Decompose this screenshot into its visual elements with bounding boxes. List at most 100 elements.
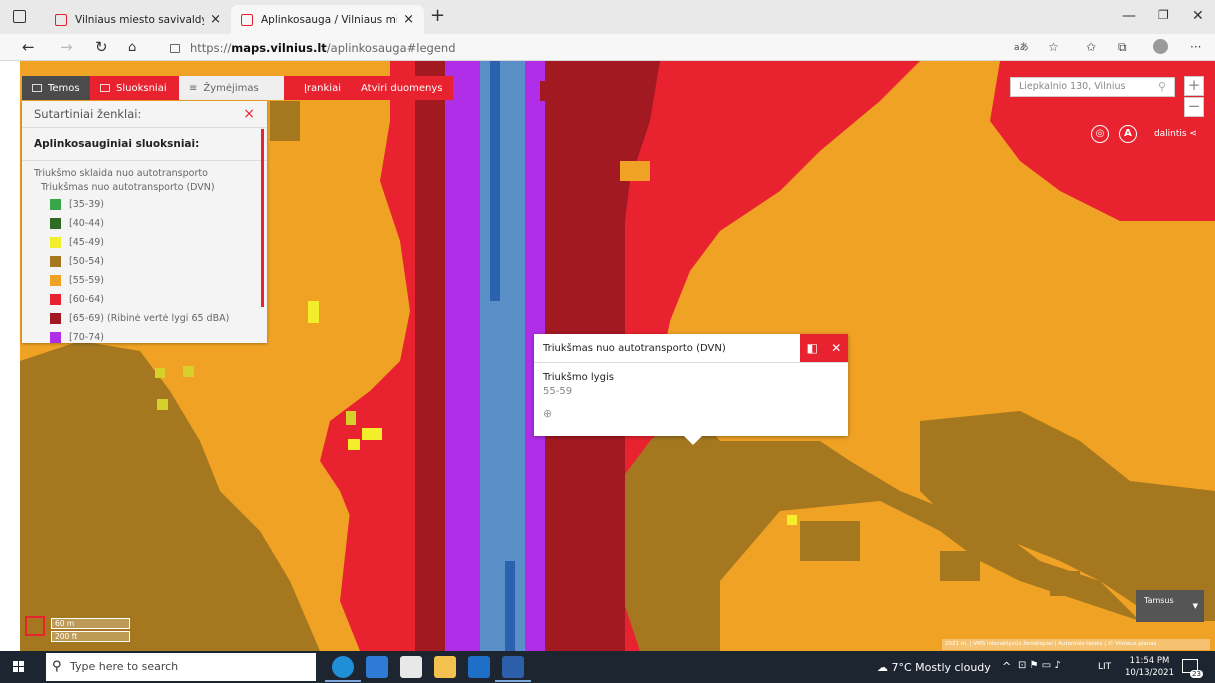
legend-item: [35-39) (22, 195, 267, 214)
legend-group-title: Triukšmo sklaida nuo autotransporto (34, 168, 208, 179)
popup-actions: ◧ ✕ (800, 334, 848, 362)
url-field[interactable]: https://maps.vilnius.lt/aplinkosauga#leg… (170, 41, 456, 55)
windows-start-icon[interactable] (13, 661, 25, 673)
tab-sluoksniai-label: Sluoksniai (116, 82, 167, 94)
legend-swatch (50, 332, 61, 343)
minimize-window-button[interactable]: — (1122, 8, 1136, 24)
word-icon[interactable] (502, 656, 524, 678)
legend-swatch (50, 256, 61, 267)
tools-icon (294, 84, 298, 92)
browser-tab-savivaldybe[interactable]: Vilniaus miesto savivaldybe × (45, 5, 231, 34)
tab-atviri-label: Atviri duomenys (361, 82, 443, 94)
more-menu-icon[interactable]: ··· (1190, 40, 1201, 54)
close-window-button[interactable]: ✕ (1192, 8, 1204, 24)
show-hidden-icons-chevron-icon[interactable]: ^ (1002, 660, 1011, 673)
notification-center-icon[interactable]: 23 (1182, 659, 1203, 678)
profile-avatar[interactable] (1153, 39, 1168, 54)
legend-item-label: [40-44) (69, 218, 105, 229)
tab-title: Vilniaus miesto savivaldybe (75, 13, 204, 26)
basemap-selector[interactable]: Tamsus ▼ (1136, 590, 1204, 622)
home-icon[interactable]: ⌂ (128, 40, 136, 55)
legend-item: [50-54) (22, 252, 267, 271)
map-credits[interactable]: 2021 m. | VMS interaktyvūs žemėlapiai | … (942, 639, 1210, 650)
close-tab-icon[interactable]: × (403, 12, 414, 27)
tab-sluoksniai[interactable]: Sluoksniai (90, 76, 179, 100)
weather-text: 7°C Mostly cloudy (891, 661, 991, 674)
tab-temos-label: Temos (48, 82, 80, 94)
zoom-to-icon[interactable]: ⊕ (534, 397, 848, 420)
tray-icons[interactable]: ⊡ ⚑ ▭ ♪ (1018, 660, 1061, 671)
system-clock[interactable]: 11:54 PM 10/13/2021 (1125, 655, 1174, 679)
tab-irankiai[interactable]: Įrankiai (284, 76, 351, 100)
legend-layer-title: Triukšmas nuo autotransporto (DVN) (41, 182, 215, 193)
store-icon[interactable] (400, 656, 422, 678)
taskbar-search-placeholder: Type here to search (70, 660, 179, 673)
browser-tab-bar: Vilniaus miesto savivaldybe × Aplinkosau… (0, 0, 1215, 34)
legend-item: [65-69) (Ribinė vertė lygi 65 dBA) (22, 309, 267, 328)
refresh-button[interactable]: ↻ (95, 38, 108, 56)
taskbar-search-input[interactable]: ⚲ Type here to search (46, 653, 316, 681)
scale-metric: 60 m (51, 618, 130, 629)
locate-icon[interactable]: ◎ (1091, 125, 1109, 143)
close-tab-icon[interactable]: × (210, 12, 221, 27)
mail-icon[interactable] (366, 656, 388, 678)
file-explorer-icon[interactable] (434, 656, 456, 678)
a-button[interactable]: A (1119, 125, 1137, 143)
close-icon[interactable]: ✕ (831, 341, 841, 355)
new-tab-button[interactable]: + (430, 5, 445, 26)
legend-items: [35-39) [40-44) [45-49) [50-54) [55-59) [60-6… (22, 195, 267, 347)
popup-title: Triukšmas nuo autotransporto (DVN) (543, 342, 726, 354)
favorite-star-icon[interactable]: ☆ (1048, 40, 1059, 54)
favorites-icon[interactable]: ✩ (1086, 40, 1096, 54)
legend-scrollbar[interactable] (261, 129, 264, 307)
legend-item-label: [45-49) (69, 237, 105, 248)
legend-item-label: [65-69) (Ribinė vertė lygi 65 dBA) (69, 313, 230, 324)
tab-zymejimas[interactable]: ≡ Žymėjimas (179, 76, 284, 100)
close-icon[interactable]: × (243, 106, 255, 122)
legend-item: [55-59) (22, 271, 267, 290)
outlook-icon[interactable] (468, 656, 490, 678)
vilnius-favicon-icon (55, 13, 67, 26)
forward-button[interactable]: → (60, 38, 73, 56)
legend-section-title: Aplinkosauginiai sluoksniai: (22, 128, 267, 161)
legend-item: [60-64) (22, 290, 267, 309)
zoom-out-button[interactable]: − (1184, 97, 1204, 117)
share-label: dalintis (1153, 129, 1187, 139)
tab-atviri-duomenys[interactable]: Atviri duomenys (351, 76, 453, 100)
cloud-icon: ☁ (877, 661, 888, 674)
vilnius-favicon-icon (241, 13, 253, 26)
legend-swatch (50, 313, 61, 324)
notification-count: 23 (1190, 670, 1203, 678)
url-domain: maps.vilnius.lt (231, 41, 327, 55)
address-search-input[interactable]: Liepkalnio 130, Vilnius ⚲ (1010, 77, 1175, 97)
basemap-label: Tamsus (1144, 596, 1174, 605)
search-icon[interactable]: ⚲ (1158, 78, 1166, 96)
legend-swatch (50, 294, 61, 305)
legend-swatch (50, 199, 61, 210)
back-button[interactable]: ← (22, 38, 35, 56)
menu-lines-icon: ≡ (189, 82, 198, 94)
share-icon: ⋖ (1189, 129, 1198, 139)
dock-icon[interactable]: ◧ (807, 341, 818, 355)
legend-item-label: [55-59) (69, 275, 105, 286)
clock-date: 10/13/2021 (1125, 668, 1174, 678)
scale-bar: 60 m 200 ft (51, 618, 130, 644)
tab-actions-icon[interactable] (13, 10, 26, 23)
popup-field-value: 55-59 (543, 386, 573, 397)
zoom-in-button[interactable]: + (1184, 76, 1204, 96)
share-button[interactable]: dalintis ⋖ (1148, 126, 1203, 143)
legend-panel: Sutartiniai ženklai: × Aplinkosauginiai … (22, 101, 267, 343)
popup-field-label: Triukšmo lygis (543, 372, 614, 383)
edge-icon[interactable] (332, 656, 354, 678)
language-indicator[interactable]: LIT (1098, 662, 1111, 672)
overview-map-toggle[interactable] (25, 616, 45, 636)
weather-widget[interactable]: ☁ 7°C Mostly cloudy (877, 661, 991, 674)
url-path: /aplinkosauga#legend (326, 41, 456, 55)
browser-tab-aplinkosauga[interactable]: Aplinkosauga / Vilniaus miesto s × (231, 5, 424, 34)
tab-temos[interactable]: Temos (22, 76, 90, 100)
collections-icon[interactable]: ⧉ (1118, 40, 1127, 55)
url-prefix: https:// (190, 41, 232, 55)
read-aloud-icon[interactable]: aあ (1014, 40, 1029, 53)
legend-item: [70-74) (22, 328, 267, 347)
maximize-window-button[interactable]: ❐ (1158, 8, 1169, 22)
